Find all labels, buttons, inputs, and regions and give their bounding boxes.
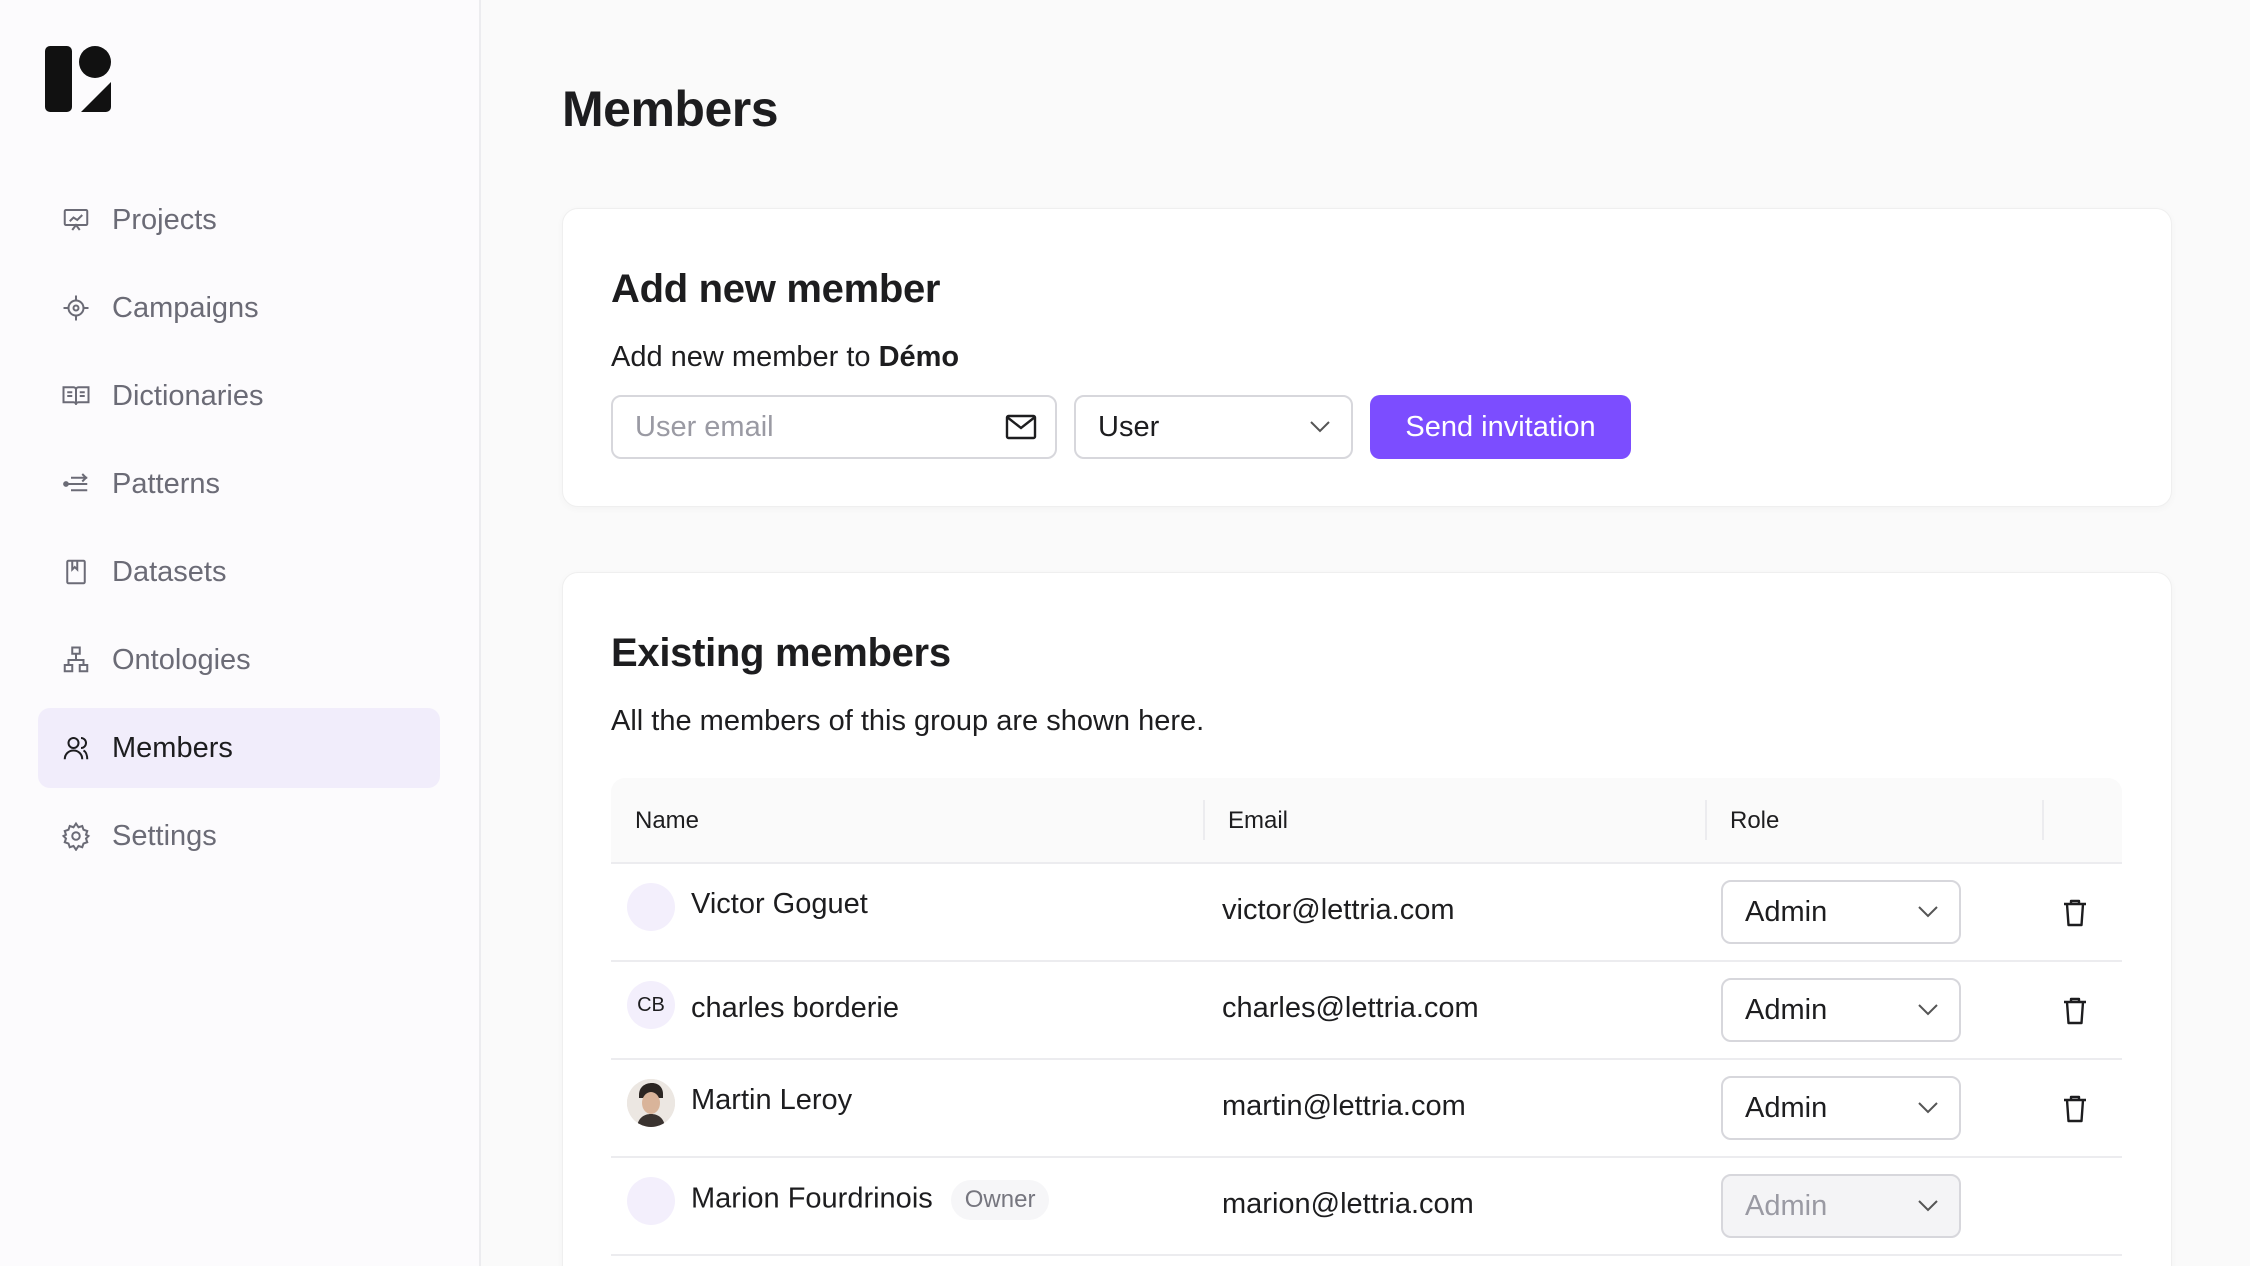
table-row: Victor Goguet victor@lettria.com Admin xyxy=(611,864,2122,962)
avatar xyxy=(627,1177,675,1225)
avatar xyxy=(627,1079,675,1127)
sidebar-item-label: Campaigns xyxy=(112,291,259,324)
column-header-role[interactable]: Role xyxy=(1730,778,1779,864)
bookmark-icon xyxy=(60,556,92,588)
existing-members-subtitle: All the members of this group are shown … xyxy=(611,705,1205,737)
trash-icon[interactable] xyxy=(2061,898,2089,928)
column-divider xyxy=(1203,800,1205,840)
group-name: Démo xyxy=(878,341,960,373)
patterns-icon xyxy=(60,468,92,500)
member-name: Marion Fourdrinois xyxy=(691,1182,933,1215)
role-value: Admin xyxy=(1745,993,1828,1026)
sidebar-item-label: Settings xyxy=(112,819,217,852)
member-email: charles@lettria.com xyxy=(1222,992,1479,1024)
chevron-down-icon xyxy=(1918,1200,1938,1212)
column-divider xyxy=(1705,800,1707,840)
trash-icon[interactable] xyxy=(2061,996,2089,1026)
role-select[interactable]: User xyxy=(1074,395,1353,459)
sidebar: Projects Campaigns Dictionaries Patterns… xyxy=(0,0,481,1266)
chevron-down-icon xyxy=(1918,906,1938,918)
sidebar-item-projects[interactable]: Projects xyxy=(38,180,440,260)
add-member-subtitle: Add new member to Démo xyxy=(611,341,959,374)
column-divider xyxy=(2042,800,2044,840)
member-role-select: Admin xyxy=(1721,1174,1961,1238)
sidebar-item-campaigns[interactable]: Campaigns xyxy=(38,268,440,348)
sidebar-item-settings[interactable]: Settings xyxy=(38,796,440,876)
member-role-select[interactable]: Admin xyxy=(1721,1076,1961,1140)
members-table: Name Email Role Victor Goguet victor@let… xyxy=(611,778,2122,1256)
add-member-card: Add new member Add new member to Démo Us… xyxy=(562,208,2172,507)
chevron-down-icon xyxy=(1918,1102,1938,1114)
user-email-input[interactable] xyxy=(611,395,1057,459)
member-name: Victor Goguet xyxy=(691,888,868,920)
sidebar-item-datasets[interactable]: Datasets xyxy=(38,532,440,612)
member-name: Martin Leroy xyxy=(691,1084,853,1116)
presentation-chart-icon xyxy=(60,204,92,236)
role-value: Admin xyxy=(1745,895,1828,928)
page-title: Members xyxy=(562,81,779,137)
target-icon xyxy=(60,292,92,324)
role-value: Admin xyxy=(1745,1189,1828,1222)
book-icon xyxy=(60,380,92,412)
role-select-value: User xyxy=(1098,410,1160,443)
table-row: Marion Fourdrinois Owner marion@lettria.c… xyxy=(611,1158,2122,1256)
column-header-name[interactable]: Name xyxy=(635,778,699,864)
member-name-cell: Marion Fourdrinois Owner xyxy=(691,1180,1050,1220)
chevron-down-icon xyxy=(1310,421,1330,433)
role-value: Admin xyxy=(1745,1091,1828,1124)
hierarchy-icon xyxy=(60,644,92,676)
sidebar-item-label: Projects xyxy=(112,203,217,236)
member-name: charles borderie xyxy=(691,992,899,1024)
member-role-select[interactable]: Admin xyxy=(1721,880,1961,944)
sidebar-item-label: Patterns xyxy=(112,467,220,500)
table-row: Martin Leroy martin@lettria.com Admin xyxy=(611,1060,2122,1158)
member-role-select[interactable]: Admin xyxy=(1721,978,1961,1042)
table-row: CB charles borderie charles@lettria.com … xyxy=(611,962,2122,1060)
avatar xyxy=(627,883,675,931)
gear-icon xyxy=(60,820,92,852)
sidebar-item-members[interactable]: Members xyxy=(38,708,440,788)
add-member-heading: Add new member xyxy=(611,267,941,311)
member-email: martin@lettria.com xyxy=(1222,1090,1466,1122)
subtitle-prefix: Add new member to xyxy=(611,341,879,373)
existing-members-heading: Existing members xyxy=(611,631,951,675)
table-header: Name Email Role xyxy=(611,778,2122,864)
member-email: marion@lettria.com xyxy=(1222,1188,1474,1220)
send-invitation-button[interactable]: Send invitation xyxy=(1370,395,1631,459)
sidebar-item-ontologies[interactable]: Ontologies xyxy=(38,620,440,700)
owner-badge: Owner xyxy=(950,1180,1050,1220)
sidebar-item-patterns[interactable]: Patterns xyxy=(38,444,440,524)
trash-icon[interactable] xyxy=(2061,1094,2089,1124)
chevron-down-icon xyxy=(1918,1004,1938,1016)
user-photo xyxy=(627,1079,675,1127)
sidebar-item-label: Dictionaries xyxy=(112,379,264,412)
sidebar-item-label: Members xyxy=(112,731,233,764)
users-icon xyxy=(60,732,92,764)
sidebar-item-dictionaries[interactable]: Dictionaries xyxy=(38,356,440,436)
sidebar-item-label: Datasets xyxy=(112,555,227,588)
column-header-email[interactable]: Email xyxy=(1228,778,1288,864)
member-email: victor@lettria.com xyxy=(1222,894,1455,926)
existing-members-card: Existing members All the members of this… xyxy=(562,572,2172,1266)
avatar: CB xyxy=(627,981,675,1029)
sidebar-nav: Projects Campaigns Dictionaries Patterns… xyxy=(38,180,440,884)
lettria-logo[interactable] xyxy=(45,46,111,112)
sidebar-item-label: Ontologies xyxy=(112,643,251,676)
mail-icon xyxy=(1005,414,1037,440)
